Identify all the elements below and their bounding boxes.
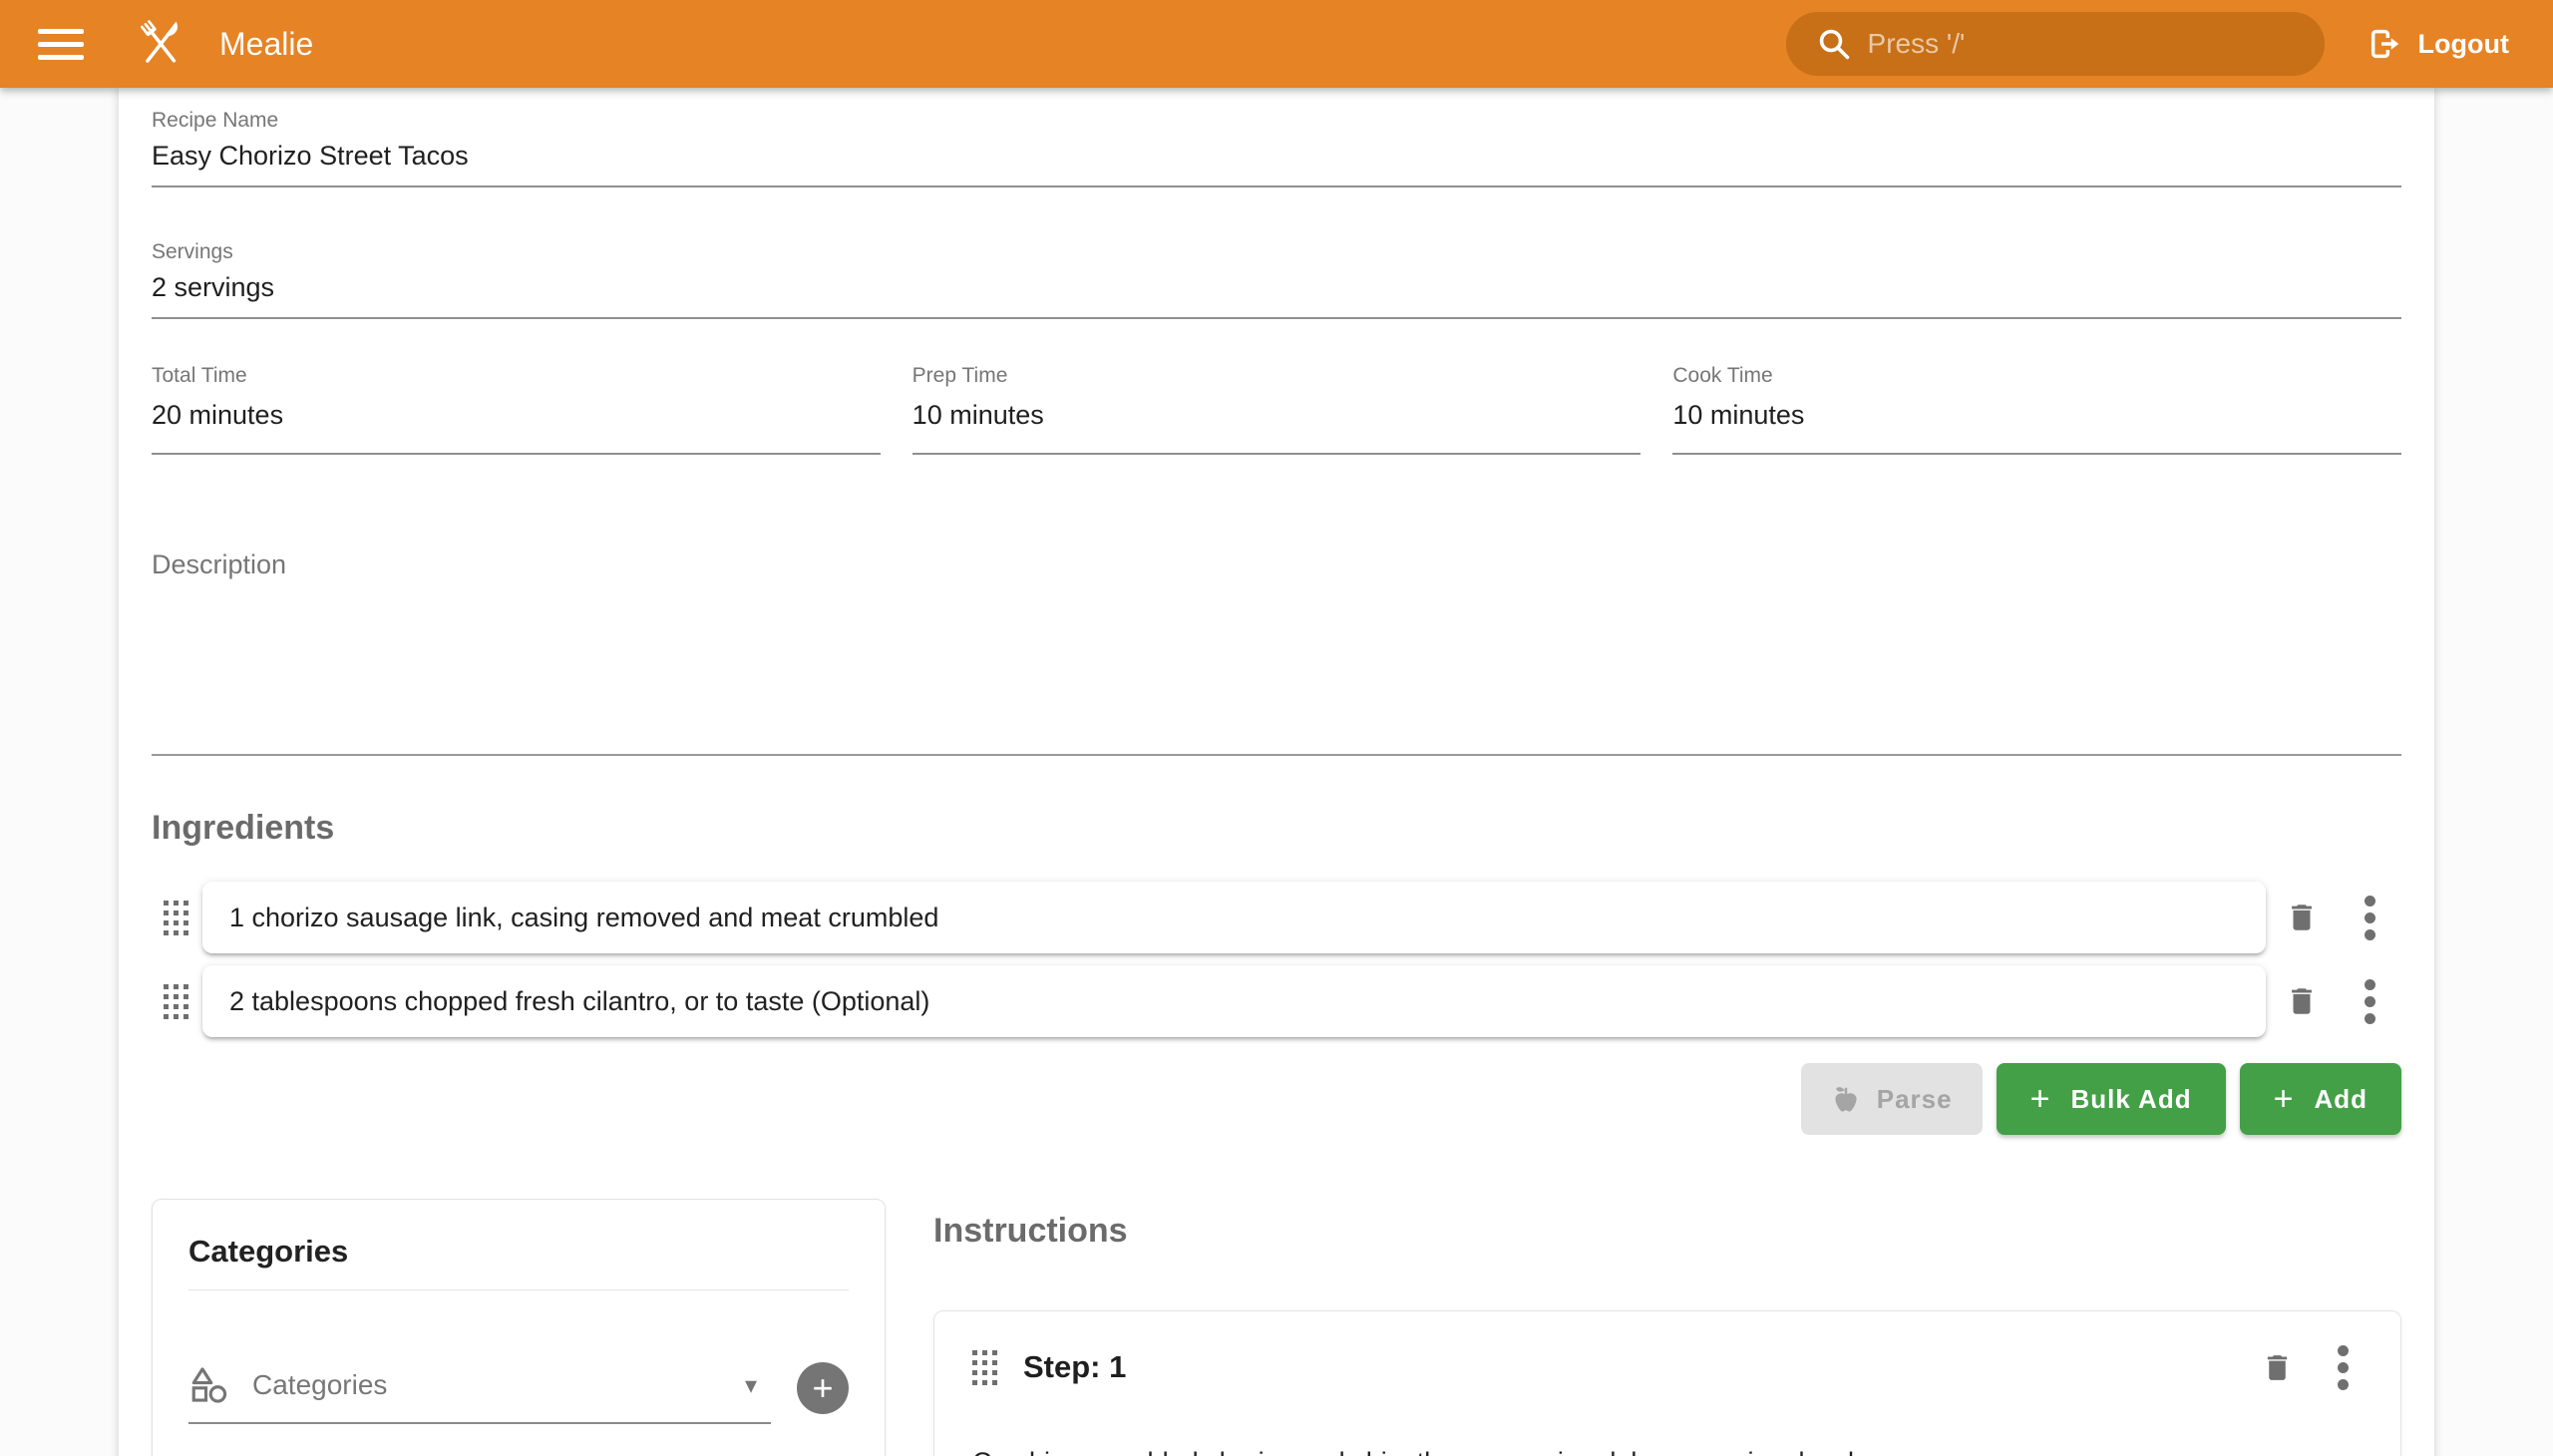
ingredient-menu-button[interactable] — [2338, 890, 2401, 946]
instructions-heading: Instructions — [933, 1199, 2401, 1255]
bulk-add-label: Bulk Add — [2070, 1084, 2191, 1115]
ingredient-actions: Parse + Bulk Add + Add — [152, 1063, 2401, 1135]
description-field[interactable]: Description — [152, 546, 2401, 756]
plus-icon: + — [2030, 1080, 2051, 1119]
kebab-icon — [2338, 1339, 2349, 1396]
trash-icon — [2285, 984, 2319, 1018]
cook-time-input[interactable]: 10 minutes — [1672, 397, 2401, 433]
recipe-name-label: Recipe Name — [152, 108, 2401, 134]
chevron-down-icon[interactable]: ▾ — [745, 1371, 757, 1400]
servings-label: Servings — [152, 239, 2401, 265]
parse-button[interactable]: Parse — [1801, 1063, 1983, 1135]
instructions-section: Instructions Step: 1 Co — [933, 1199, 2401, 1456]
plus-icon: + — [2274, 1080, 2295, 1119]
prep-time-label: Prep Time — [912, 363, 1641, 389]
prep-time-field: Prep Time 10 minutes — [912, 363, 1641, 455]
delete-ingredient-button[interactable] — [2266, 984, 2338, 1018]
step-card: Step: 1 Combine crumbled chorizo and chi… — [933, 1310, 2401, 1456]
drag-handle-icon[interactable] — [164, 901, 188, 935]
ingredient-text: 2 tablespoons chopped fresh cilantro, or… — [229, 986, 929, 1017]
trash-icon — [2261, 1351, 2294, 1384]
app-bar: Mealie Press '/' Logout — [0, 0, 2553, 88]
shapes-icon — [188, 1364, 230, 1406]
kebab-icon — [2365, 973, 2375, 1030]
step-title: Step: 1 — [1023, 1349, 2261, 1385]
categories-title: Categories — [188, 1234, 849, 1270]
trash-icon — [2285, 901, 2319, 934]
menu-icon[interactable] — [38, 21, 84, 68]
total-time-input[interactable]: 20 minutes — [152, 397, 881, 433]
cook-time-label: Cook Time — [1672, 363, 2401, 389]
add-label: Add — [2314, 1084, 2368, 1115]
kebab-icon — [2365, 890, 2375, 946]
drag-handle-icon[interactable] — [972, 1350, 997, 1385]
prep-time-input[interactable]: 10 minutes — [912, 397, 1641, 433]
logout-button[interactable]: Logout — [2367, 25, 2509, 63]
step-menu-button[interactable] — [2338, 1339, 2349, 1396]
apple-icon — [1831, 1084, 1861, 1114]
description-label: Description — [152, 546, 2401, 582]
app-title: Mealie — [219, 26, 313, 63]
ingredient-menu-button[interactable] — [2338, 973, 2401, 1030]
divider — [188, 1289, 849, 1290]
search-input[interactable]: Press '/' — [1786, 12, 2325, 76]
delete-step-button[interactable] — [2261, 1351, 2294, 1384]
step-text-input[interactable]: Combine crumbled chorizo and chipotle pe… — [972, 1443, 2349, 1456]
total-time-label: Total Time — [152, 363, 881, 389]
mealie-logo-icon — [130, 13, 191, 75]
search-icon — [1816, 26, 1852, 62]
search-placeholder: Press '/' — [1868, 28, 1966, 60]
ingredient-input[interactable]: 2 tablespoons chopped fresh cilantro, or… — [202, 965, 2266, 1037]
categories-select-row: Categories ▾ + — [188, 1348, 849, 1424]
drag-handle-icon[interactable] — [164, 984, 188, 1019]
parse-label: Parse — [1877, 1084, 1953, 1115]
ingredient-text: 1 chorizo sausage link, casing removed a… — [229, 903, 938, 933]
servings-field: Servings 2 servings — [152, 239, 2401, 319]
description-underline — [152, 754, 2401, 756]
recipe-name-input[interactable]: Easy Chorizo Street Tacos — [152, 138, 2401, 174]
recipe-editor-card: Recipe Name Easy Chorizo Street Tacos Se… — [119, 88, 2434, 1456]
recipe-name-underline — [152, 185, 2401, 187]
step-header: Step: 1 — [972, 1335, 2349, 1399]
logout-icon — [2367, 25, 2404, 63]
total-time-field: Total Time 20 minutes — [152, 363, 881, 455]
ingredients-heading: Ingredients — [152, 804, 2401, 852]
categories-select[interactable]: Categories ▾ — [188, 1348, 771, 1424]
description-input[interactable] — [152, 582, 2401, 754]
bottom-section: Categories Categories ▾ + Instructi — [152, 1199, 2401, 1456]
delete-ingredient-button[interactable] — [2266, 901, 2338, 934]
bulk-add-button[interactable]: + Bulk Add — [1997, 1063, 2226, 1135]
logout-label: Logout — [2418, 29, 2509, 60]
categories-card: Categories Categories ▾ + — [152, 1199, 886, 1456]
ingredient-row: 2 tablespoons chopped fresh cilantro, or… — [152, 965, 2401, 1037]
servings-underline — [152, 317, 2401, 319]
plus-icon: + — [812, 1367, 833, 1409]
ingredient-row: 1 chorizo sausage link, casing removed a… — [152, 882, 2401, 953]
categories-select-label: Categories — [252, 1369, 745, 1401]
servings-input[interactable]: 2 servings — [152, 269, 2401, 305]
cook-time-field: Cook Time 10 minutes — [1672, 363, 2401, 455]
add-category-button[interactable]: + — [797, 1362, 849, 1414]
recipe-name-field: Recipe Name Easy Chorizo Street Tacos — [152, 108, 2401, 187]
ingredient-input[interactable]: 1 chorizo sausage link, casing removed a… — [202, 882, 2266, 953]
times-row: Total Time 20 minutes Prep Time 10 minut… — [152, 363, 2401, 455]
add-button[interactable]: + Add — [2240, 1063, 2401, 1135]
